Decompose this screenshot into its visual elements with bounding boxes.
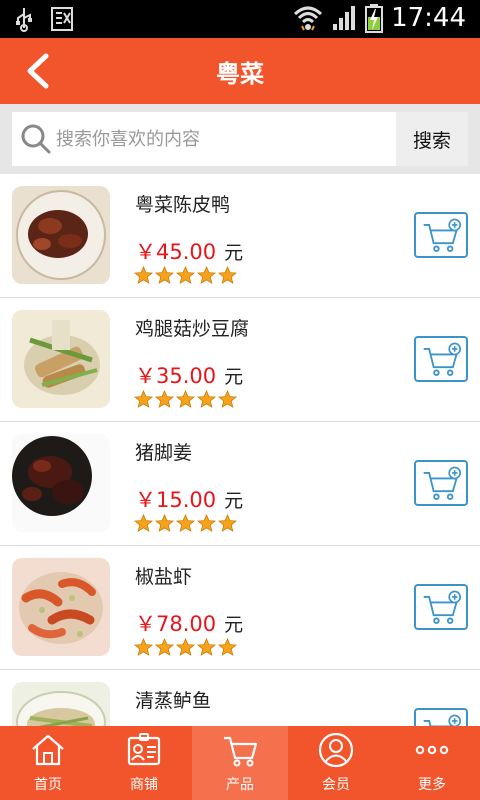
- bottom-tab-bar: 首页 商铺 产品 会员 更多: [0, 726, 480, 800]
- search-button[interactable]: 搜索: [396, 112, 468, 166]
- add-to-cart-button[interactable]: [414, 212, 468, 258]
- star-icon: [197, 266, 216, 284]
- usb-icon: [16, 8, 32, 32]
- battery-icon: [365, 4, 384, 33]
- product-item[interactable]: 清蒸鲈鱼: [0, 670, 480, 726]
- product-name: 鸡腿菇炒豆腐: [135, 318, 250, 340]
- tab-label: 会员: [322, 777, 350, 793]
- product-price: ￥35.00: [135, 364, 217, 388]
- star-icon: [176, 514, 195, 532]
- star-icon: [134, 638, 153, 656]
- star-icon: [197, 638, 216, 656]
- notification-icon: [51, 7, 73, 31]
- cart-icon: [224, 736, 258, 767]
- star-icon: [218, 390, 237, 408]
- rating-stars: [134, 638, 237, 657]
- product-price: ￥15.00: [135, 488, 217, 512]
- product-item[interactable]: 椒盐虾 ￥78.00 元: [0, 546, 480, 670]
- product-name: 清蒸鲈鱼: [135, 690, 212, 712]
- search-icon: [21, 124, 51, 154]
- shop-icon: [127, 733, 161, 766]
- status-time: 17:44: [391, 3, 466, 33]
- wifi-icon: [294, 6, 323, 31]
- signal-icon: [333, 6, 356, 30]
- tab-home[interactable]: 首页: [0, 726, 96, 800]
- star-icon: [197, 390, 216, 408]
- tab-shop[interactable]: 商铺: [96, 726, 192, 800]
- star-icon: [155, 638, 174, 656]
- tab-label: 更多: [418, 777, 446, 793]
- star-icon: [197, 514, 216, 532]
- app-header: 粤菜: [0, 38, 480, 104]
- price-unit: 元: [224, 366, 244, 388]
- product-list: 粤菜陈皮鸭 ￥45.00 元 鸡腿菇炒豆腐 ￥35.00 元 猪脚姜 ￥15.0…: [0, 174, 480, 726]
- star-icon: [134, 266, 153, 284]
- status-bar: 17:44: [0, 0, 480, 38]
- star-icon: [218, 638, 237, 656]
- dish-image: [12, 310, 110, 408]
- search-input[interactable]: [56, 122, 386, 156]
- price-unit: 元: [224, 242, 244, 264]
- product-name: 粤菜陈皮鸭: [135, 194, 231, 216]
- star-icon: [155, 514, 174, 532]
- add-to-cart-button[interactable]: [414, 708, 468, 726]
- product-name: 猪脚姜: [135, 442, 193, 464]
- search-field: [12, 112, 396, 166]
- page-title: 粤菜: [216, 60, 264, 88]
- price-unit: 元: [224, 614, 244, 636]
- star-icon: [176, 638, 195, 656]
- product-item[interactable]: 鸡腿菇炒豆腐 ￥35.00 元: [0, 298, 480, 422]
- star-icon: [134, 514, 153, 532]
- dish-image: [12, 434, 110, 532]
- rating-stars: [134, 514, 237, 533]
- tab-products[interactable]: 产品: [192, 726, 288, 800]
- tab-label: 首页: [34, 777, 62, 793]
- tab-more[interactable]: 更多: [384, 726, 480, 800]
- star-icon: [134, 390, 153, 408]
- dish-image: [12, 186, 110, 284]
- more-icon: [415, 745, 449, 755]
- star-icon: [155, 390, 174, 408]
- dish-image: [12, 682, 110, 726]
- tab-label: 商铺: [130, 777, 158, 793]
- add-to-cart-button[interactable]: [414, 336, 468, 382]
- star-icon: [155, 266, 174, 284]
- home-icon: [32, 734, 64, 766]
- tab-label: 产品: [226, 777, 254, 793]
- star-icon: [218, 514, 237, 532]
- tab-member[interactable]: 会员: [288, 726, 384, 800]
- star-icon: [176, 390, 195, 408]
- add-to-cart-button[interactable]: [414, 584, 468, 630]
- search-bar: 搜索: [0, 104, 480, 174]
- add-to-cart-button[interactable]: [414, 460, 468, 506]
- price-unit: 元: [224, 490, 244, 512]
- product-price: ￥45.00: [135, 240, 217, 264]
- product-item[interactable]: 粤菜陈皮鸭 ￥45.00 元: [0, 174, 480, 298]
- star-icon: [176, 266, 195, 284]
- dish-image: [12, 558, 110, 656]
- member-icon: [318, 732, 354, 768]
- product-name: 椒盐虾: [135, 566, 193, 588]
- product-price: ￥78.00: [135, 612, 217, 636]
- product-item[interactable]: 猪脚姜 ￥15.00 元: [0, 422, 480, 546]
- rating-stars: [134, 266, 237, 285]
- rating-stars: [134, 390, 237, 409]
- star-icon: [218, 266, 237, 284]
